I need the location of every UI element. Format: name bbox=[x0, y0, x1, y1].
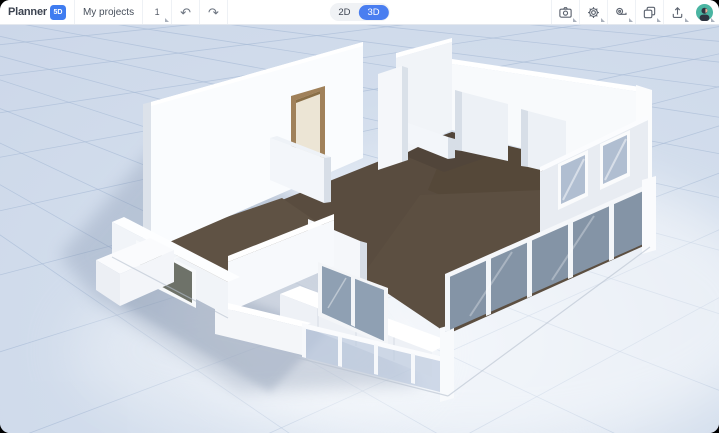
corner-expand-mark bbox=[165, 18, 169, 22]
top-toolbar: Planner 5D My projects 1 ↶ ↷ 2D 3D bbox=[0, 0, 719, 25]
app-logo[interactable]: Planner 5D bbox=[0, 0, 74, 24]
screenshot-button[interactable] bbox=[552, 0, 579, 24]
tape-measure-icon bbox=[614, 5, 629, 20]
account-menu[interactable] bbox=[691, 0, 717, 24]
page-number: 1 bbox=[151, 7, 163, 17]
measure-button[interactable] bbox=[608, 0, 635, 24]
corner-expand-mark bbox=[711, 18, 715, 22]
corner-expand-mark bbox=[601, 18, 605, 22]
front-corner-column[interactable] bbox=[440, 324, 454, 402]
toolbar-right-group bbox=[551, 0, 719, 24]
settings-button[interactable] bbox=[580, 0, 607, 24]
floorplan-model[interactable] bbox=[0, 24, 719, 433]
tab-2d[interactable]: 2D bbox=[330, 7, 358, 18]
corner-expand-mark bbox=[573, 18, 577, 22]
corner-expand-mark bbox=[629, 18, 633, 22]
corner-expand-mark bbox=[657, 18, 661, 22]
view-mode-toggle: 2D 3D bbox=[329, 3, 389, 21]
app-name: Planner bbox=[8, 6, 47, 18]
duplicate-button[interactable] bbox=[636, 0, 663, 24]
redo-button[interactable]: ↷ bbox=[200, 0, 227, 24]
camera-icon bbox=[558, 5, 573, 20]
share-icon bbox=[670, 5, 685, 20]
page-selector[interactable]: 1 bbox=[143, 0, 171, 24]
user-avatar bbox=[696, 4, 713, 21]
corner-expand-mark bbox=[685, 18, 689, 22]
share-button[interactable] bbox=[664, 0, 691, 24]
undo-icon: ↶ bbox=[180, 6, 191, 19]
my-projects-button[interactable]: My projects bbox=[75, 0, 142, 24]
copy-icon bbox=[642, 5, 657, 20]
app-window: Planner 5D My projects 1 ↶ ↷ 2D 3D bbox=[0, 0, 719, 433]
redo-icon: ↷ bbox=[208, 6, 219, 19]
3d-viewport[interactable] bbox=[0, 24, 719, 433]
logo-5d-icon: 5D bbox=[50, 5, 66, 20]
undo-button[interactable]: ↶ bbox=[172, 0, 199, 24]
right-corner-column[interactable] bbox=[642, 176, 656, 254]
toolbar-divider bbox=[227, 0, 228, 24]
settings-gear-icon bbox=[586, 5, 601, 20]
tab-3d[interactable]: 3D bbox=[359, 5, 389, 20]
